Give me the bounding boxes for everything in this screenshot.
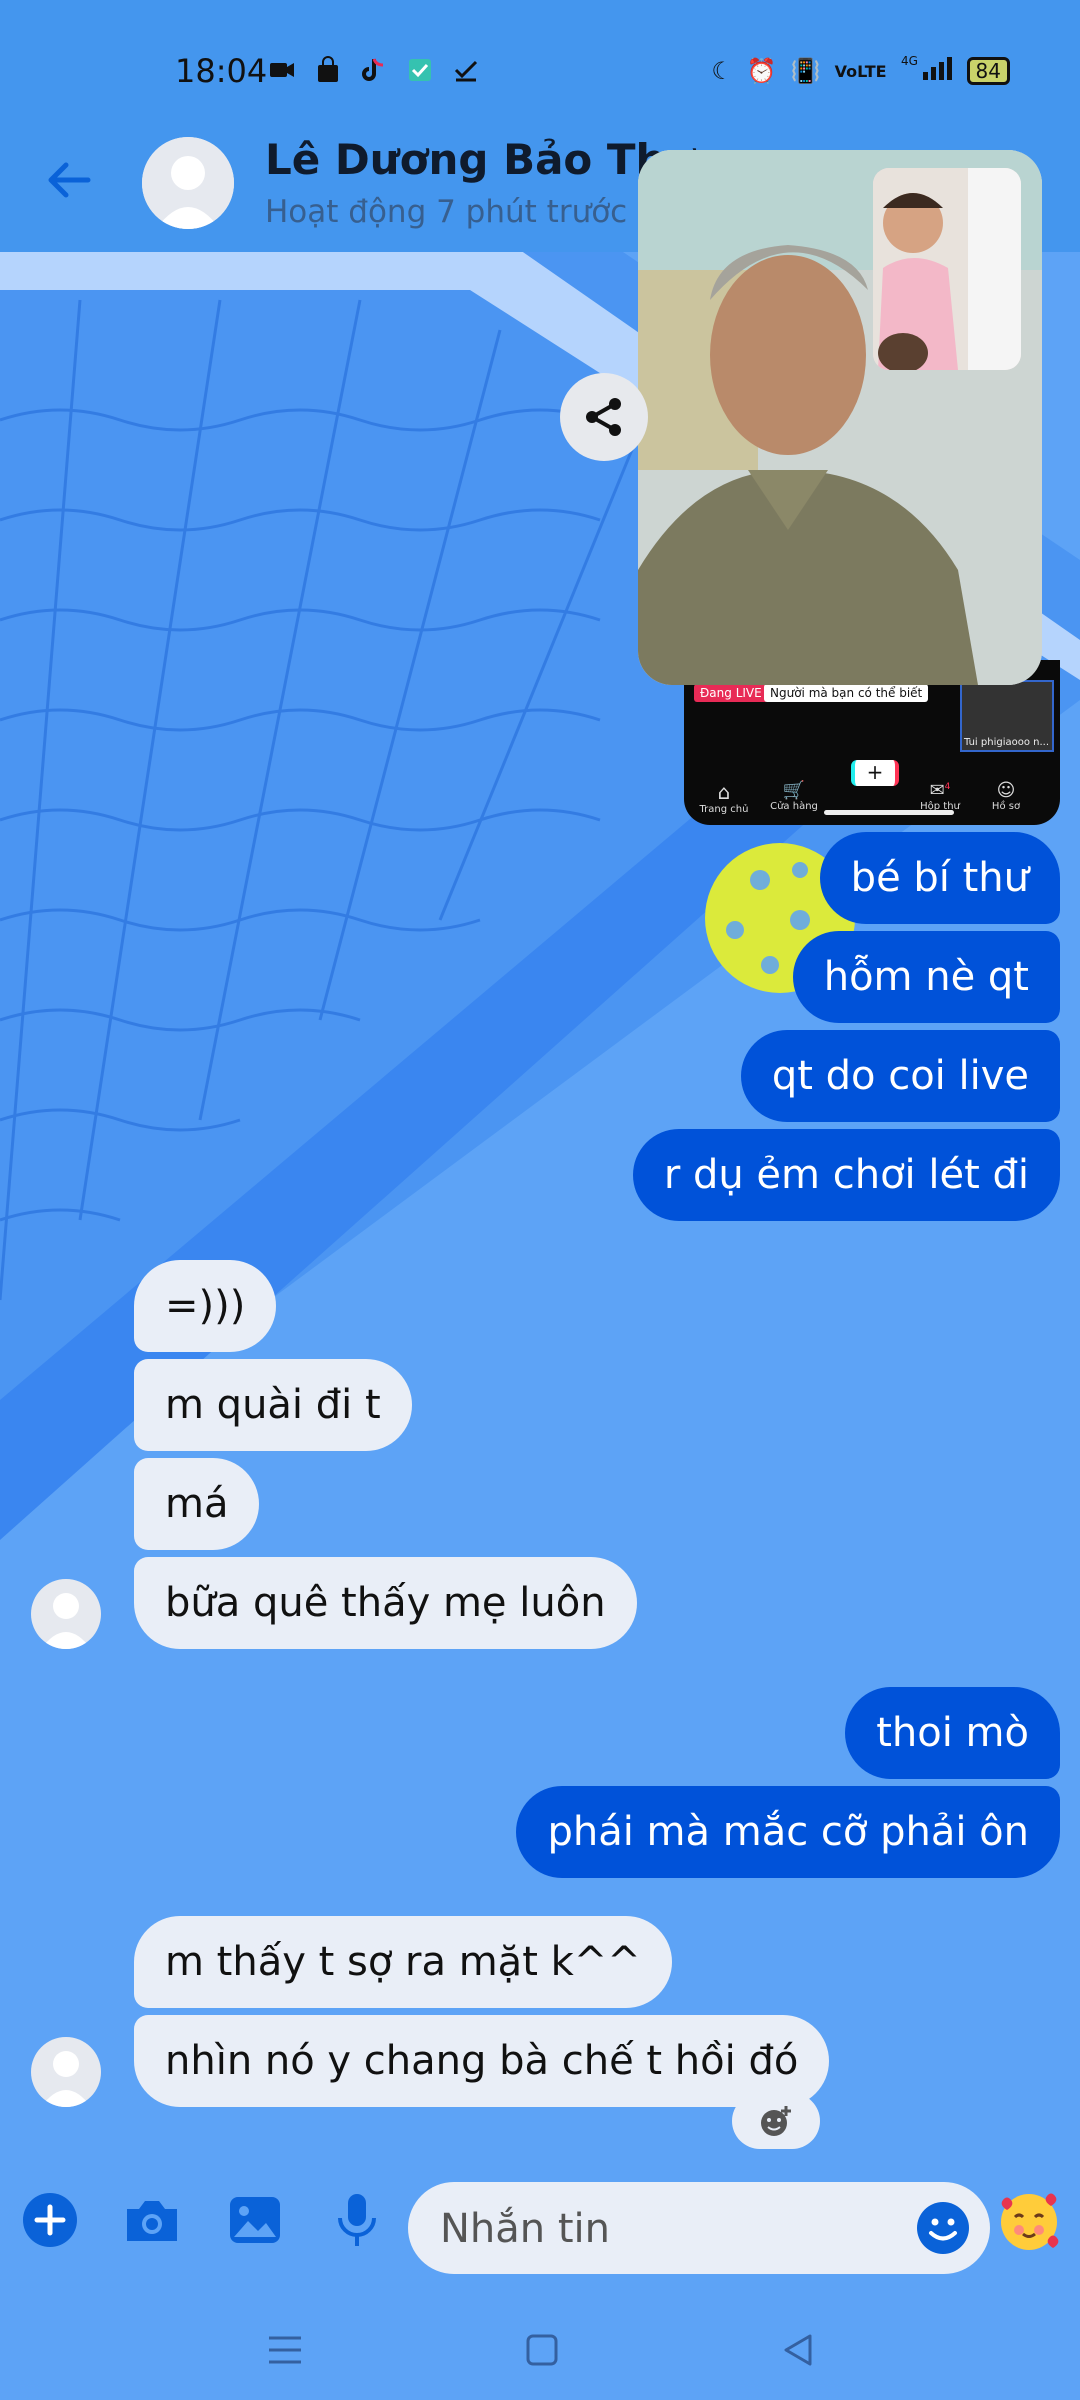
microphone-icon: [338, 2194, 376, 2246]
self-video[interactable]: [873, 168, 1021, 370]
camera-button[interactable]: [122, 2190, 182, 2250]
message-bubble[interactable]: thoi mò: [845, 1687, 1060, 1779]
profile-caption: Tui phigiaooo n...: [964, 737, 1050, 748]
image-icon: [230, 2197, 280, 2243]
alarm-icon: ⏰: [746, 57, 777, 85]
message-input-placeholder: Nhắn tin: [440, 2206, 610, 2252]
tt-plus-icon: +: [851, 760, 899, 786]
share-icon: [586, 398, 621, 436]
home-nav-button[interactable]: [522, 2330, 562, 2370]
tt-tab-profile: ☺ Hồ sơ: [991, 780, 1021, 812]
message-bubble[interactable]: bé bí thư: [819, 832, 1060, 924]
add-reaction-icon: [761, 2106, 791, 2136]
check-app-icon: [406, 56, 434, 84]
tiktok-icon: [360, 56, 388, 84]
tt-tab-home: ⌂ Trang chủ: [699, 780, 749, 815]
message-bubble[interactable]: r dụ ẻm chơi lét đi: [632, 1129, 1060, 1221]
svg-text:4G: 4G: [901, 54, 918, 68]
live-caption: Người mà bạn có thể biết: [764, 684, 929, 702]
profile-thumb: Tui phigiaooo n...: [960, 680, 1054, 752]
plus-icon: [23, 2193, 77, 2247]
message-bubble[interactable]: m quài đi t: [134, 1359, 412, 1451]
add-reaction-button[interactable]: [732, 2093, 820, 2149]
share-button[interactable]: [560, 373, 648, 461]
contact-name[interactable]: Lê Dương Bảo Thư: [265, 135, 695, 184]
message-bubble[interactable]: phái mà mắc cỡ phải ôn: [516, 1786, 1060, 1878]
quick-reaction-button[interactable]: [997, 2190, 1061, 2254]
message-bubble[interactable]: bữa quê thấy mẹ luôn: [134, 1557, 637, 1649]
checkmark-icon: [452, 56, 480, 84]
battery-icon: 84: [966, 57, 1010, 85]
camera-icon: [127, 2201, 177, 2241]
back-triangle-icon: [784, 2334, 812, 2366]
message-bubble[interactable]: má: [134, 1458, 260, 1550]
plus-button[interactable]: [20, 2190, 80, 2250]
status-time: 18:04: [175, 52, 268, 90]
menu-nav-button[interactable]: [265, 2330, 305, 2370]
volte-icon: VoLTE: [834, 61, 887, 81]
arrow-left-icon: [48, 162, 91, 198]
signal-icon: 4G: [901, 54, 953, 88]
menu-icon: [269, 2336, 301, 2364]
contact-avatar-small[interactable]: [31, 1579, 101, 1649]
gallery-button[interactable]: [225, 2190, 285, 2250]
video-icon: [268, 56, 296, 84]
live-badge: Đang LIVE: [694, 684, 768, 702]
message-input[interactable]: Nhắn tin: [408, 2182, 990, 2274]
emoji-face-icon: [1001, 2193, 1059, 2250]
home-square-icon: [526, 2334, 558, 2366]
vibrate-icon: 📳: [790, 57, 821, 85]
message-bubble[interactable]: =))): [134, 1260, 277, 1352]
message-bubble[interactable]: hỗm nè qt: [792, 931, 1060, 1023]
emoji-button[interactable]: [915, 2200, 971, 2256]
tt-home-indicator: [824, 810, 954, 815]
tt-tab-shop: 🛒 Cửa hàng: [770, 780, 818, 812]
shopping-bag-icon: [314, 56, 342, 84]
activity-status: Hoạt động 7 phút trước: [265, 194, 628, 230]
message-bubble[interactable]: nhìn nó y chang bà chế t hồi đó: [134, 2015, 830, 2107]
back-nav-button[interactable]: [778, 2330, 818, 2370]
back-button[interactable]: [44, 155, 94, 205]
status-bar: 18:04 ☾ ⏰ 📳 VoLTE 4G 84: [0, 0, 1080, 140]
contact-avatar-small[interactable]: [31, 2037, 101, 2107]
message-bubble[interactable]: m thấy t sợ ra mặt k^^: [134, 1916, 672, 2008]
message-bubble[interactable]: qt do coi live: [740, 1030, 1060, 1122]
system-nav-bar: [0, 2300, 1080, 2400]
smiley-icon: [917, 2202, 969, 2254]
microphone-button[interactable]: [327, 2190, 387, 2250]
contact-avatar[interactable]: [142, 137, 234, 229]
moon-icon: ☾: [711, 57, 733, 85]
